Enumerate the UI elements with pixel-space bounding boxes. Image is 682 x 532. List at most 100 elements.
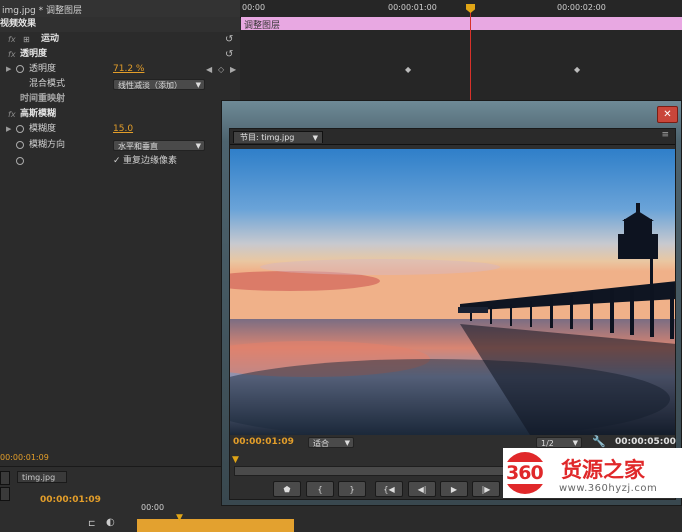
- step-forward-button[interactable]: |▶: [472, 481, 500, 497]
- checkbox-checked-icon[interactable]: ✓: [113, 154, 121, 169]
- program-tab[interactable]: 节目: timg.jpg ▼: [233, 131, 323, 143]
- play-button[interactable]: ▶: [440, 481, 468, 497]
- opacity-value[interactable]: 71.2 %: [113, 62, 144, 77]
- effect-controls-timecode[interactable]: 00:00:01:09: [0, 453, 49, 462]
- repeat-edge-label: 重复边缘像素: [123, 156, 178, 166]
- keyframe-icon[interactable]: ◆: [405, 65, 411, 74]
- chevron-down-icon: ▼: [312, 134, 318, 142]
- snap-icon[interactable]: ⊏: [88, 519, 96, 529]
- marker-icon[interactable]: ◐: [106, 517, 115, 528]
- watermark-text: 货源之家: [561, 458, 645, 482]
- adjustment-layer-clip[interactable]: 调整图层: [241, 17, 682, 31]
- sequence-tab[interactable]: timg.jpg: [17, 471, 67, 483]
- add-marker-button[interactable]: ⬟: [273, 481, 301, 497]
- blur-dimension-label: 模糊方向: [29, 140, 66, 150]
- program-tab-label: 节目: timg.jpg: [240, 133, 295, 142]
- go-to-in-button[interactable]: {◀: [375, 481, 403, 497]
- sequence-timecode[interactable]: 00:00:01:09: [40, 495, 101, 505]
- watermark-number: 360: [506, 462, 544, 484]
- blend-mode-row: 混合模式 线性减淡（添加） ▼: [0, 77, 240, 92]
- time-remap-label: 时间重映射: [20, 94, 66, 104]
- gaussian-blur-label: 高斯模糊: [20, 109, 57, 119]
- mark-in-button[interactable]: {: [306, 481, 334, 497]
- blurriness-value[interactable]: 15.0: [113, 122, 133, 137]
- gaussian-blur-row[interactable]: fx 高斯模糊: [0, 107, 240, 122]
- stopwatch-icon[interactable]: [16, 141, 24, 149]
- ruler-label: 00:00:02:00: [557, 3, 606, 12]
- sequence-tab-label: timg.jpg: [22, 473, 56, 482]
- duration-timecode: 00:00:05:00: [615, 437, 676, 447]
- fit-dropdown[interactable]: 适合 ▼: [308, 437, 354, 448]
- wrench-icon[interactable]: 🔧: [592, 435, 606, 448]
- fit-label: 适合: [313, 439, 329, 448]
- stopwatch-icon[interactable]: [16, 125, 24, 133]
- blurriness-row: ▶ 模糊度 15.0: [0, 122, 240, 137]
- mark-out-icon: }: [349, 485, 355, 494]
- fx-icon: fx: [8, 110, 16, 119]
- playhead-icon[interactable]: ▼: [232, 455, 239, 465]
- motion-icon: ⊞: [23, 35, 30, 44]
- step-back-icon: ◀|: [417, 485, 427, 494]
- expand-triangle-icon[interactable]: ▶: [6, 62, 11, 77]
- opacity-row[interactable]: fx 透明度 ↺: [0, 47, 240, 62]
- stopwatch-icon[interactable]: [16, 157, 24, 165]
- play-icon: ▶: [450, 485, 458, 494]
- mark-in-icon: {: [317, 485, 323, 494]
- effect-controls-header: img.jpg * 调整图层: [0, 0, 240, 18]
- expand-triangle-icon[interactable]: ▶: [6, 122, 11, 137]
- opacity-param-label: 透明度: [29, 64, 57, 74]
- chevron-down-icon: ▼: [344, 439, 350, 447]
- keyframe-icon[interactable]: ◆: [574, 65, 580, 74]
- opacity-label: 透明度: [20, 49, 48, 59]
- video-effects-header: 视频效果: [0, 17, 240, 32]
- blend-mode-value: 线性减淡（添加）: [118, 81, 182, 90]
- ruler-label: 00:00: [242, 3, 266, 12]
- pier-sunset-image: [230, 149, 675, 435]
- next-keyframe-icon[interactable]: ▶: [230, 62, 236, 77]
- blur-dimension-value: 水平和垂直: [118, 142, 158, 151]
- timeline-ruler[interactable]: 00:00 00:00:01:00 00:00:02:00: [240, 0, 682, 18]
- time-remap-row[interactable]: 时间重映射: [0, 92, 240, 107]
- track-select-tool-icon[interactable]: [0, 487, 10, 501]
- program-monitor-window[interactable]: ✕ 节目: timg.jpg ▼ ≡ 00:00:01:09 适合 ▼ 1/2 …: [221, 100, 682, 506]
- watermark-url: www.360hyzj.com: [559, 483, 658, 494]
- ruler-label: 00:00: [141, 503, 165, 512]
- chevron-down-icon: ▼: [195, 81, 201, 89]
- video-effects-label: 视频效果: [0, 19, 37, 29]
- program-video-frame: [230, 149, 675, 435]
- resolution-dropdown[interactable]: 1/2 ▼: [536, 437, 582, 448]
- prev-keyframe-icon[interactable]: ◀: [206, 62, 212, 77]
- fx-icon: fx: [8, 50, 16, 59]
- add-keyframe-icon[interactable]: ◇: [218, 62, 224, 77]
- work-area-bar[interactable]: [137, 519, 294, 532]
- fx-icon: fx: [8, 35, 16, 44]
- close-icon: ✕: [663, 109, 672, 120]
- chevron-down-icon: ▼: [195, 142, 201, 150]
- motion-label: 运动: [41, 34, 60, 44]
- current-timecode[interactable]: 00:00:01:09: [233, 437, 294, 447]
- ruler-label: 00:00:01:00: [388, 3, 437, 12]
- blurriness-label: 模糊度: [29, 124, 57, 134]
- reset-icon[interactable]: ↺: [225, 32, 233, 47]
- blend-mode-label: 混合模式: [29, 79, 66, 89]
- mark-out-button[interactable]: }: [338, 481, 366, 497]
- marker-icon: ⬟: [283, 485, 291, 494]
- go-to-in-icon: {◀: [383, 485, 395, 494]
- program-monitor-panel: 节目: timg.jpg ▼ ≡ 00:00:01:09 适合 ▼ 1/2 ▼ …: [229, 128, 676, 500]
- watermark: 360 货源之家 www.360hyzj.com: [503, 448, 682, 498]
- selection-tool-icon[interactable]: [0, 471, 10, 485]
- resolution-value: 1/2: [541, 439, 554, 448]
- step-back-button[interactable]: ◀|: [408, 481, 436, 497]
- blur-dimension-dropdown[interactable]: 水平和垂直 ▼: [113, 140, 205, 151]
- stopwatch-icon[interactable]: [16, 65, 24, 73]
- clip-path: img.jpg * 调整图层: [2, 6, 82, 16]
- blend-mode-dropdown[interactable]: 线性减淡（添加） ▼: [113, 79, 205, 90]
- opacity-param-row: ▶ 透明度 71.2 % ◀ ◇ ▶: [0, 62, 240, 77]
- blur-dimension-row: 模糊方向 水平和垂直 ▼: [0, 138, 240, 153]
- playhead-icon[interactable]: ▼: [176, 513, 183, 523]
- reset-icon[interactable]: ↺: [225, 47, 233, 62]
- motion-row[interactable]: fx ⊞ 运动 ↺: [0, 32, 240, 47]
- close-button[interactable]: ✕: [657, 106, 678, 123]
- panel-menu-icon[interactable]: ≡: [661, 130, 669, 140]
- playhead-line: [470, 8, 471, 100]
